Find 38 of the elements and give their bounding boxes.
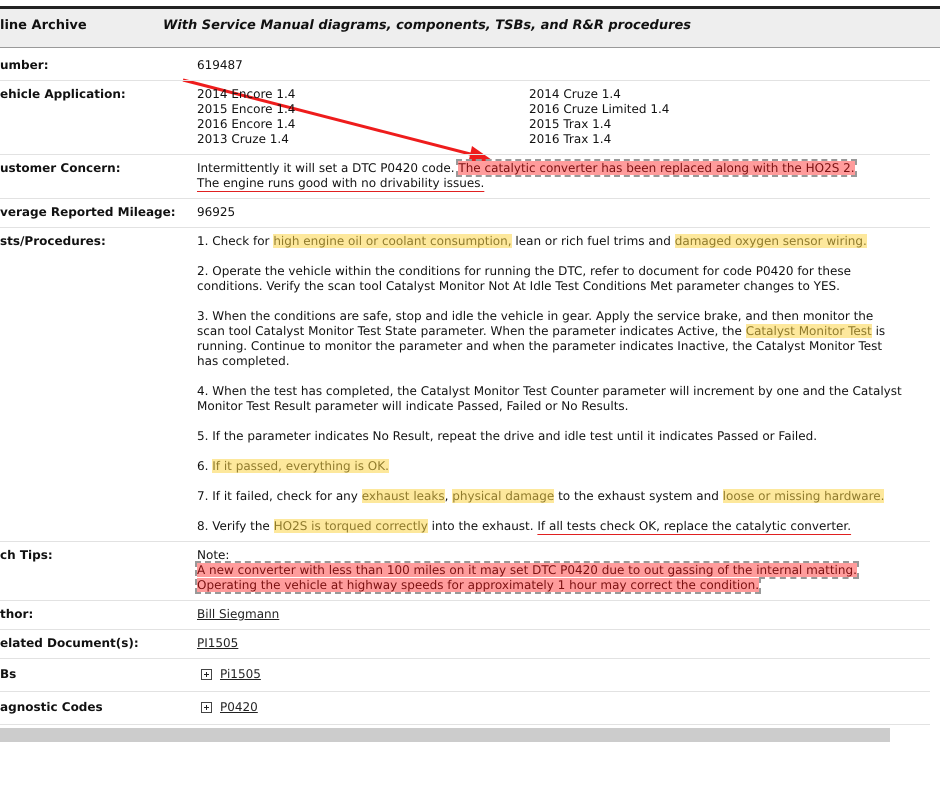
field-label: verage Reported Mileage: [0,205,177,220]
paragraph: 7. If it failed, check for any exhaust leaks, physical damage to the exhaust system and loose or missing hardware. [197,489,886,504]
field-label: Bs [0,667,18,682]
vehicle-name: 2016 Trax 1.4 [529,132,612,147]
vehicle-name: 2015 Trax 1.4 [529,117,612,132]
vehicle-name: 2014 Cruze 1.4 [529,87,622,102]
document-link[interactable]: Bill Siegmann [197,607,280,621]
paragraph: 4. When the test has completed, the Catalyst Monitor Test Counter parameter will increment by one and the Catalyst Monitor Test Result parameter will indicate Passed, Failed or No Results. [197,384,902,414]
field-label: ehicle Application: [0,87,127,103]
field-label: elated Document(s): [0,636,140,651]
document-link[interactable]: P0420 [220,700,258,715]
paragraph: The engine runs good with no drivability issues. [197,176,486,191]
field-label: ch Tips: [0,548,54,564]
expand-plus-icon[interactable] [201,702,212,713]
expand-plus-icon[interactable] [201,669,212,680]
paragraph: Note: [197,548,230,563]
paragraph: Intermittently it will set a DTC P0420 code. The catalytic converter has been replaced along with the HO2S 2. [197,161,856,176]
field-label: agnostic Codes [0,700,104,715]
paragraph: 5. If the parameter indicates No Result, repeat the drive and idle test until it indicates Passed or Failed. [197,429,818,444]
field-value: 96925 [197,205,236,219]
field-label: sts/Procedures: [0,234,107,250]
field-label: umber: [0,58,50,73]
paragraph: 6. If it passed, everything is OK. [197,459,390,474]
document-link[interactable]: Pi1505 [220,667,261,682]
vehicle-name: 2016 Cruze Limited 1.4 [529,102,670,117]
document-link[interactable]: PI1505 [197,636,238,650]
paragraph: 2. Operate the vehicle within the conditions for running the DTC, refer to document for code P0420 for these conditions. Verify the scan tool Catalyst Monitor Not At Idle Test Conditions Met parameter changes to YES. [197,264,852,294]
vehicle-name: 2013 Cruze 1.4 [197,132,290,147]
field-value: 619487 [197,58,243,72]
paragraph: 8. Verify the HO2S is torqued correctly into the exhaust. If all tests check OK, replace the catalytic converter. [197,519,852,534]
paragraph: A new converter with less than 100 miles on it may set DTC P0420 due to out gassing of the internal matting. Operating the vehicle at highway speeds for approximately 1 hour may correct the condition. [197,563,858,593]
archive-title: line Archive [0,18,88,35]
field-label: thor: [0,607,34,622]
field-label: ustomer Concern: [0,161,122,177]
paragraph: 3. When the conditions are safe, stop and idle the vehicle in gear. Apply the service brake, and then monitor the scan tool Catalyst Monitor Test State parameter. When the parameter indicates Active, the Catalyst Monitor Test is running. Continue to monitor the parameter and when the parameter indicates Inactive, the Catalyst Monitor Test has completed. [197,309,886,369]
header-subtitle: With Service Manual diagrams, components, TSBs, and R&R procedures [163,18,692,35]
paragraph: 1. Check for high engine oil or coolant consumption, lean or rich fuel trims and damaged oxygen sensor wiring. [197,234,868,249]
vehicle-name: 2016 Encore 1.4 [197,117,296,132]
